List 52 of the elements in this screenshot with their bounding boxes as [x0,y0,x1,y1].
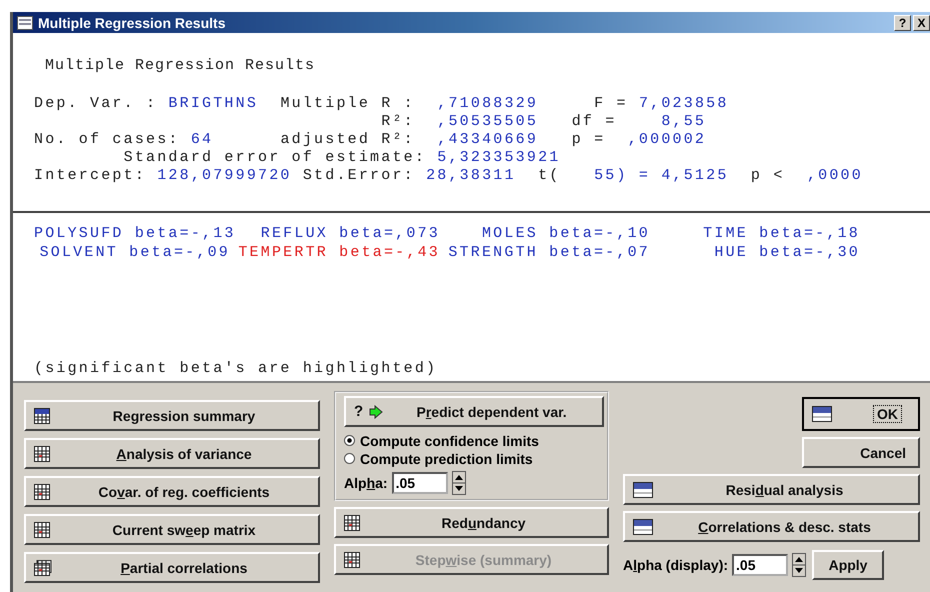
radio-button[interactable] [344,453,355,464]
summary-title: Multiple Regression Results [45,57,316,74]
grid-icon [34,522,52,538]
alpha-field[interactable]: .05 [392,472,448,494]
summary-line: No. of cases: 64 adjusted R²: ,43340669 p = ,000002 [34,131,708,149]
alpha-label: Alpha: [344,475,388,491]
form-icon [633,482,653,498]
help-button[interactable]: ? [894,14,911,30]
summary-line: Standard error of estimate: 5,323353921 [122,149,562,167]
action-button[interactable]: Analysis of variance [24,438,320,469]
action-button[interactable]: Regression summary [24,400,320,431]
action-button[interactable]: Partial correlations [24,552,320,583]
summary-line: R²: ,50535505 df = 8,55 [380,113,708,131]
beta-coefficient: REFLUX beta=,073 [260,225,440,243]
summary-line: Dep. Var. : BRIGTHNS Multiple R : ,71088329 F = 7,023858 [34,95,730,113]
beta-coefficient: SOLVENT beta=-,09 [40,244,230,262]
arrow-icon [369,404,384,418]
window-title: Multiple Regression Results [38,14,226,30]
stacked-grid-icon [34,560,52,576]
beta-coefficient: TIME beta=-,18 [703,225,860,243]
summary-line: Intercept: 128,07999720 Std.Error: 28,38311 t( 55) = 4,5125 p < ,0000 [34,167,864,185]
beta-coefficient: TEMPERTR beta=-,43 [238,244,440,262]
beta-note: (significant beta's are highlighted) [34,360,438,377]
ok-button[interactable]: OK [802,397,920,431]
action-button[interactable]: Correlations & desc. stats [623,511,920,542]
beta-coefficient: HUE beta=-,30 [714,244,860,262]
action-button[interactable]: Residual analysis [623,474,920,505]
alpha-display-field[interactable]: .05 [732,554,788,576]
grid-icon [344,514,362,530]
beta-coefficient: POLYSUFD beta=-,13 [34,225,236,243]
radio-option[interactable]: Compute confidence limits [344,432,604,449]
spinner-icon[interactable] [792,553,806,577]
cancel-button[interactable]: Cancel [802,437,920,468]
grid-icon [344,552,362,568]
beta-coefficient: MOLES beta=-,10 [482,225,650,243]
radio-option[interactable]: Compute prediction limits [344,450,604,467]
alpha-display-label: Alpha (display): [623,557,728,573]
action-button[interactable]: Current sweep matrix [24,514,320,545]
predict-button[interactable]: ? Predict dependent var. [344,396,604,427]
close-button[interactable]: X [913,14,930,30]
form-icon [633,518,653,534]
beta-coefficient: STRENGTH beta=-,07 [448,244,650,262]
radio-button[interactable] [344,435,355,446]
apply-button[interactable]: Apply [812,550,884,580]
action-button[interactable]: Redundancy [334,507,609,538]
action-button[interactable]: Covar. of reg. coefficients [24,476,320,507]
form-icon [812,406,832,422]
spinner-icon[interactable] [452,471,466,495]
summary-table-icon [34,408,52,424]
grid-icon [34,484,52,500]
grid-icon [34,446,52,462]
app-icon [17,16,33,30]
